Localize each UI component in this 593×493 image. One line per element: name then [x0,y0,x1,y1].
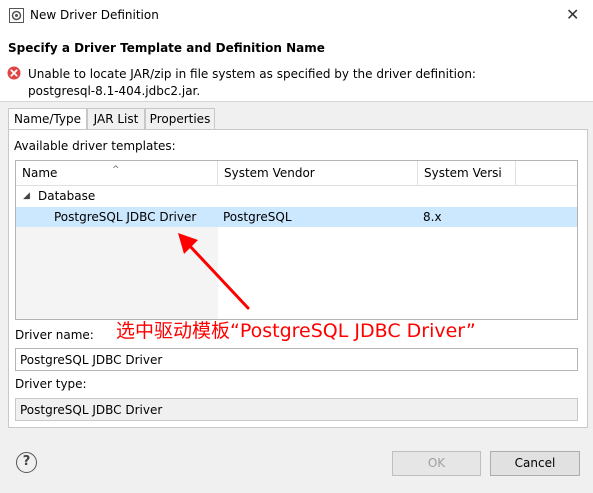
column-name-label: Name [22,166,58,180]
group-label: Database [38,189,96,203]
ok-button[interactable]: OK [392,451,481,476]
tab-jar-list[interactable]: JAR List [87,108,145,130]
close-icon[interactable]: ✕ [566,6,579,24]
expand-arrow-icon[interactable]: ◢ [23,187,30,206]
error-message: Unable to locate JAR/zip in file system … [28,67,476,98]
column-header-name[interactable]: Name ^ [16,161,218,186]
annotation-text: 选中驱动模板“PostgreSQL JDBC Driver” [116,320,476,342]
row-version-cell: 8.x [423,210,442,224]
available-templates-label: Available driver templates: [14,139,176,153]
dialog-header: Specify a Driver Template and Definition… [0,31,593,102]
column-header-vendor[interactable]: System Vendor [218,161,418,186]
row-name-cell: PostgreSQL JDBC Driver [54,210,197,224]
driver-type-label: Driver type: [15,377,87,391]
table-row[interactable]: PostgreSQL JDBC Driver PostgreSQL 8.x [16,207,577,227]
column-header-version[interactable]: System Versi [418,161,516,186]
row-vendor-cell: PostgreSQL [223,210,292,224]
tab-name-type[interactable]: Name/Type [8,108,87,131]
table-header: Name ^ System Vendor System Versi [16,161,577,186]
driver-name-field[interactable] [15,348,578,371]
help-icon[interactable]: ? [16,452,37,473]
driver-name-label: Driver name: [15,328,94,342]
annotation-arrow [178,233,250,310]
title-bar: New Driver Definition ✕ [0,0,593,31]
app-icon [9,8,24,23]
window-title: New Driver Definition [30,8,159,22]
templates-table[interactable]: Name ^ System Vendor System Versi ◢ Data… [15,160,578,320]
tab-properties[interactable]: Properties [145,108,215,130]
sort-ascending-icon: ^ [112,165,120,175]
tree-group-database[interactable]: ◢ Database [16,187,577,206]
cancel-button[interactable]: Cancel [490,451,580,476]
error-icon [7,66,21,80]
header-title: Specify a Driver Template and Definition… [8,41,325,55]
driver-type-field [15,398,578,421]
